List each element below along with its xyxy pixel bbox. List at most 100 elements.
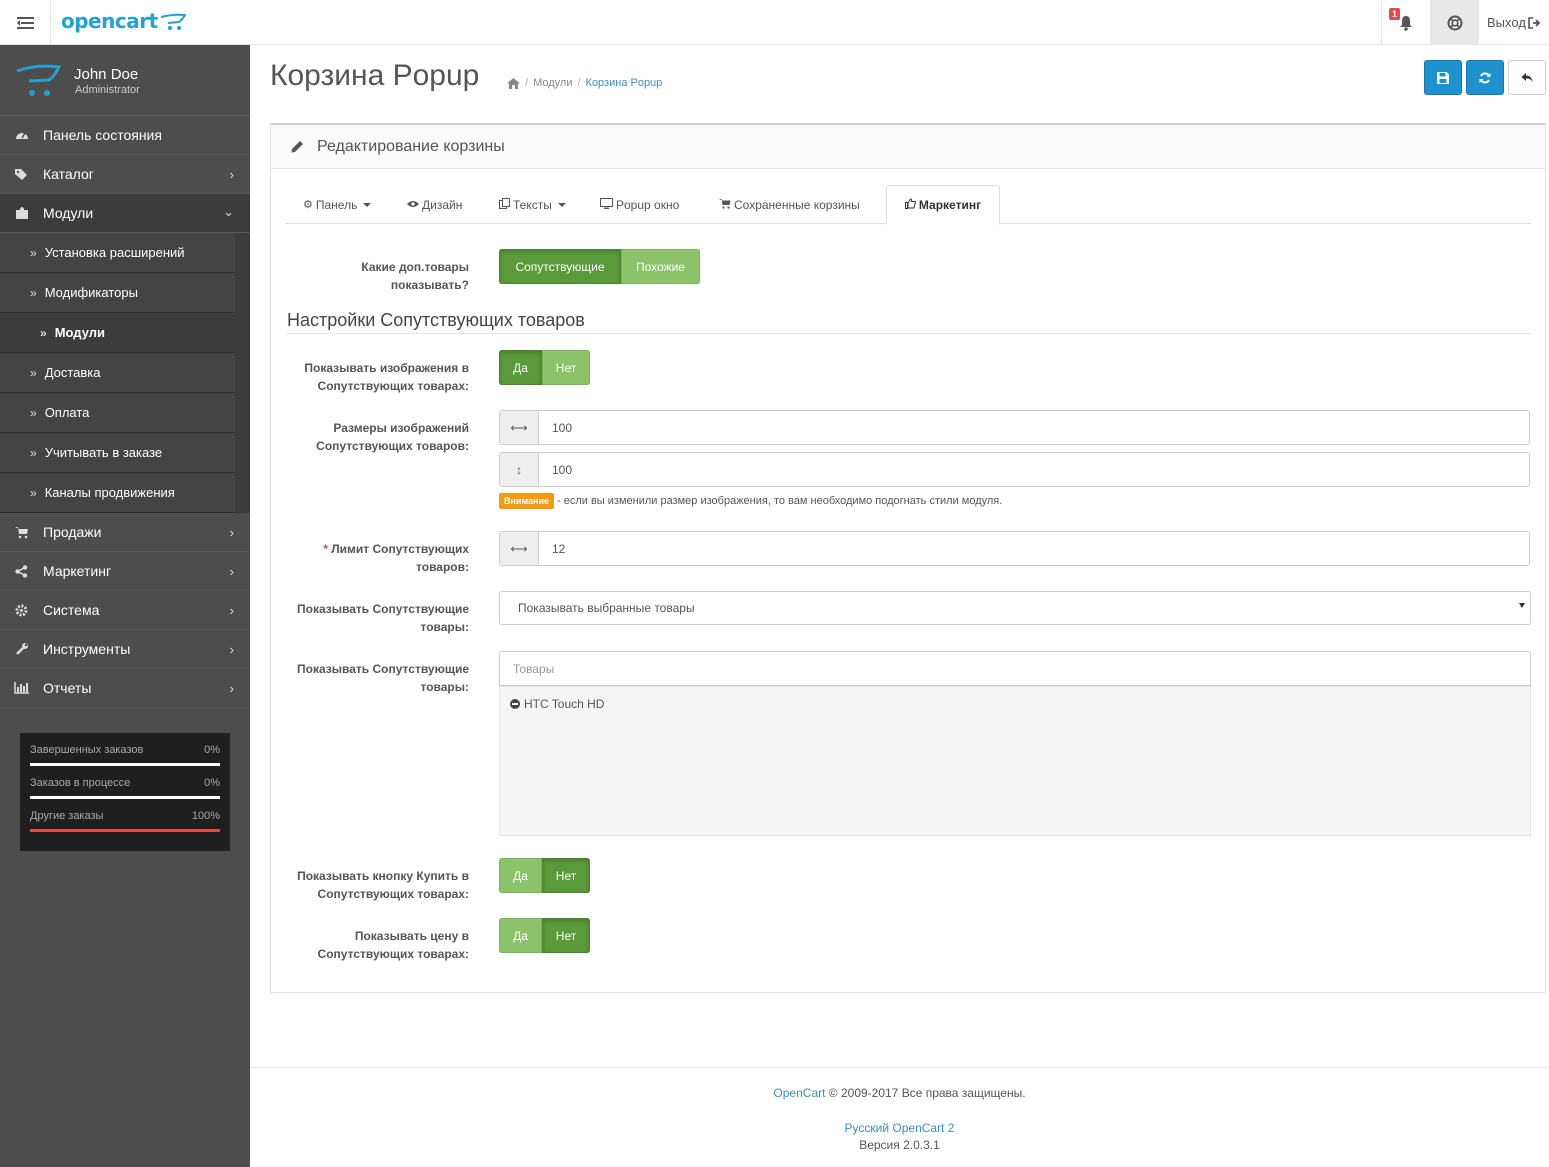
sidebar-item-catalog[interactable]: Каталог ›	[0, 155, 250, 194]
sidebar-item-label: Модули	[43, 205, 94, 221]
sidebar-item-label: Каталог	[43, 166, 94, 182]
chevron-right-icon: ›	[229, 525, 234, 540]
bar-chart-icon	[0, 682, 43, 694]
image-width-input-group: ⟷ 100	[499, 410, 1530, 445]
top-header: opencart 1 Выход	[0, 0, 1549, 45]
progress-bar	[30, 829, 220, 832]
version-text: Версия 2.0.3.1	[859, 1138, 940, 1152]
submenu-item-feeds[interactable]: » Каналы продвижения	[0, 473, 235, 513]
chevron-right-icon: ›	[229, 603, 234, 618]
show-mode-select[interactable]: Показывать выбранные товары	[499, 591, 1531, 625]
caret-down-icon	[363, 202, 372, 207]
limit-input[interactable]: 12	[539, 532, 1529, 565]
notification-count-badge: 1	[1389, 8, 1401, 20]
tab-panel[interactable]: ⚙ Панель	[303, 185, 372, 224]
avatar	[16, 64, 61, 96]
sidebar-item-dashboard[interactable]: Панель состояния	[0, 116, 250, 155]
tabs-bar: ⚙ Панель Дизайн Тексты Popup окно Сохран…	[286, 185, 1531, 225]
sidebar-item-modules[interactable]: Модули ⌄	[0, 194, 250, 233]
pages-icon	[499, 197, 510, 212]
double-angle-right-icon: »	[40, 325, 47, 340]
tab-design[interactable]: Дизайн	[407, 185, 462, 224]
arrows-horizontal-icon: ⟷	[500, 411, 539, 444]
submenu-item-modifications[interactable]: » Модификаторы	[0, 273, 235, 313]
section-divider	[286, 333, 1531, 334]
double-angle-right-icon: »	[30, 445, 37, 460]
menu-icon	[16, 16, 34, 29]
products-autocomplete-input[interactable]: Товары	[499, 651, 1531, 686]
opencart-logo[interactable]: opencart	[61, 6, 186, 36]
tab-texts[interactable]: Тексты	[499, 185, 566, 224]
price-label: Показывать цену в Сопутствующих товарах:	[317, 929, 469, 961]
logout-button[interactable]: Выход	[1478, 0, 1549, 45]
stat-completed: Завершенных заказов 0%	[30, 742, 220, 766]
chevron-right-icon: ›	[229, 167, 234, 182]
opencart-link[interactable]: OpenCart	[773, 1086, 825, 1100]
related-option-button[interactable]: Сопутствующие	[499, 249, 621, 284]
cart-logo-icon	[160, 13, 186, 30]
show-images-yes-button[interactable]: Да	[499, 350, 542, 385]
image-width-input[interactable]: 100	[539, 411, 1529, 444]
breadcrumb-link[interactable]: Модули	[533, 77, 572, 89]
sidebar-item-reports[interactable]: Отчеты ›	[0, 669, 250, 708]
menu-toggle-button[interactable]	[0, 0, 51, 45]
buy-button-yes-button[interactable]: Да	[499, 858, 542, 893]
stat-other: Другие заказы 100%	[30, 808, 220, 832]
modules-submenu: » Установка расширений » Модификаторы » Мод…	[0, 233, 250, 513]
image-height-input[interactable]: 100	[539, 453, 1529, 486]
image-height-input-group: ↕ 100	[499, 452, 1530, 487]
stat-processing: Заказов в процессе 0%	[30, 775, 220, 799]
submenu-item-extensions[interactable]: » Установка расширений	[0, 233, 235, 273]
sidebar-item-sales[interactable]: Продажи ›	[0, 513, 250, 552]
sidebar: John Doe Administrator Панель состояния …	[0, 45, 250, 1167]
notifications-button[interactable]: 1	[1381, 0, 1430, 45]
minus-circle-icon[interactable]	[510, 699, 520, 709]
which-products-toggle: Сопутствующие Похожие	[499, 249, 700, 284]
refresh-icon	[1479, 72, 1491, 83]
footer: OpenCart © 2009-2017 Все права защищены.…	[250, 1067, 1549, 1152]
wrench-icon	[0, 642, 43, 656]
bell-icon	[1400, 15, 1412, 31]
sidebar-item-marketing[interactable]: Маркетинг ›	[0, 552, 250, 591]
eye-icon	[407, 199, 419, 211]
selected-product-item: HTC Touch HD	[510, 697, 1520, 711]
price-yes-button[interactable]: Да	[499, 918, 542, 953]
chevron-right-icon: ›	[229, 564, 234, 579]
sidebar-item-tools[interactable]: Инструменты ›	[0, 630, 250, 669]
russian-opencart-link[interactable]: Русский OpenCart 2	[845, 1121, 955, 1135]
chevron-right-icon: ›	[229, 642, 234, 657]
user-profile[interactable]: John Doe Administrator	[0, 45, 250, 116]
sidebar-item-label: Маркетинг	[43, 563, 112, 579]
tab-saved-carts[interactable]: Сохраненные корзины	[719, 185, 860, 224]
gear-icon: ⚙	[303, 199, 313, 211]
life-ring-icon	[1447, 15, 1462, 30]
sidebar-item-system[interactable]: Система ›	[0, 591, 250, 630]
user-name: John Doe	[74, 66, 139, 83]
show-images-no-button[interactable]: Нет	[542, 350, 590, 385]
arrows-vertical-icon: ↕	[500, 453, 539, 486]
buy-button-no-button[interactable]: Нет	[542, 858, 590, 893]
cart-icon	[719, 198, 731, 212]
save-button[interactable]	[1424, 60, 1462, 95]
buy-button-toggle: Да Нет	[499, 858, 590, 893]
panel-heading: Редактирование корзины	[271, 125, 1545, 169]
tab-marketing[interactable]: Маркетинг	[886, 185, 1000, 225]
submenu-item-shipping[interactable]: » Доставка	[0, 353, 235, 393]
submenu-item-modules[interactable]: » Модули	[0, 313, 235, 353]
similar-option-button[interactable]: Похожие	[621, 249, 700, 284]
edit-panel: Редактирование корзины ⚙ Панель Дизайн Те…	[270, 123, 1546, 993]
back-button[interactable]	[1508, 60, 1546, 95]
caret-down-icon	[557, 202, 566, 207]
tab-popup-window[interactable]: Popup окно	[600, 185, 679, 224]
price-no-button[interactable]: Нет	[542, 918, 590, 953]
submenu-item-order-totals[interactable]: » Учитывать в заказе	[0, 433, 235, 473]
limit-input-group: ⟷ 12	[499, 531, 1530, 566]
help-button[interactable]	[1430, 0, 1478, 45]
refresh-button[interactable]	[1466, 60, 1504, 95]
dashboard-icon	[0, 129, 43, 141]
submenu-item-payment[interactable]: » Оплата	[0, 393, 235, 433]
home-icon[interactable]	[507, 77, 520, 89]
warning-badge: Внимание	[499, 493, 554, 509]
breadcrumb-link[interactable]: Корзина Popup	[586, 77, 663, 89]
main-content: Корзина Popup / Модули / Корзина Popup Р…	[250, 45, 1549, 1167]
